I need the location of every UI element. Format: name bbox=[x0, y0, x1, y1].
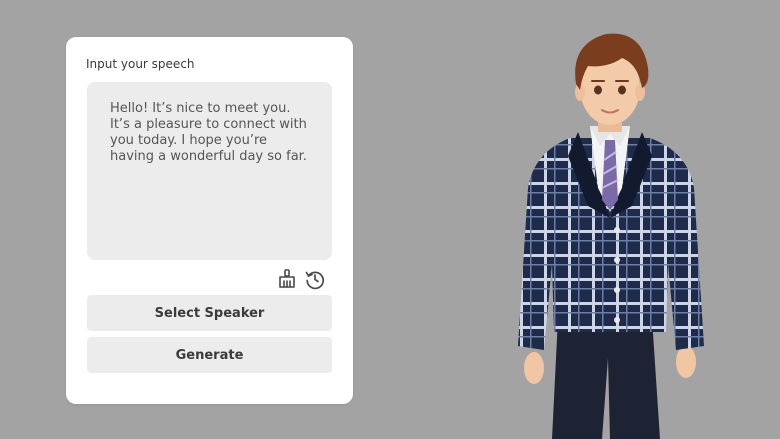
generate-button[interactable]: Generate bbox=[87, 337, 332, 373]
speech-input-text: Hello! It’s nice to meet you. It’s a ple… bbox=[110, 101, 307, 164]
left-eye bbox=[594, 85, 602, 95]
jacket-button bbox=[614, 287, 620, 293]
speech-input[interactable]: Hello! It’s nice to meet you. It’s a ple… bbox=[87, 82, 332, 260]
broom-icon[interactable] bbox=[276, 268, 298, 290]
history-icon[interactable] bbox=[304, 268, 326, 290]
jacket-button bbox=[614, 227, 620, 233]
right-hand bbox=[676, 346, 696, 378]
avatar-character bbox=[518, 33, 704, 439]
speech-tools bbox=[276, 268, 326, 290]
jacket-button bbox=[614, 317, 620, 323]
trousers bbox=[552, 318, 660, 439]
speech-input-label: Input your speech bbox=[86, 57, 195, 71]
jacket-button bbox=[614, 257, 620, 263]
left-hand bbox=[524, 352, 544, 384]
speech-panel: Input your speech Hello! It’s nice to me… bbox=[66, 37, 353, 404]
select-speaker-button[interactable]: Select Speaker bbox=[87, 295, 332, 331]
right-eye bbox=[618, 85, 626, 95]
